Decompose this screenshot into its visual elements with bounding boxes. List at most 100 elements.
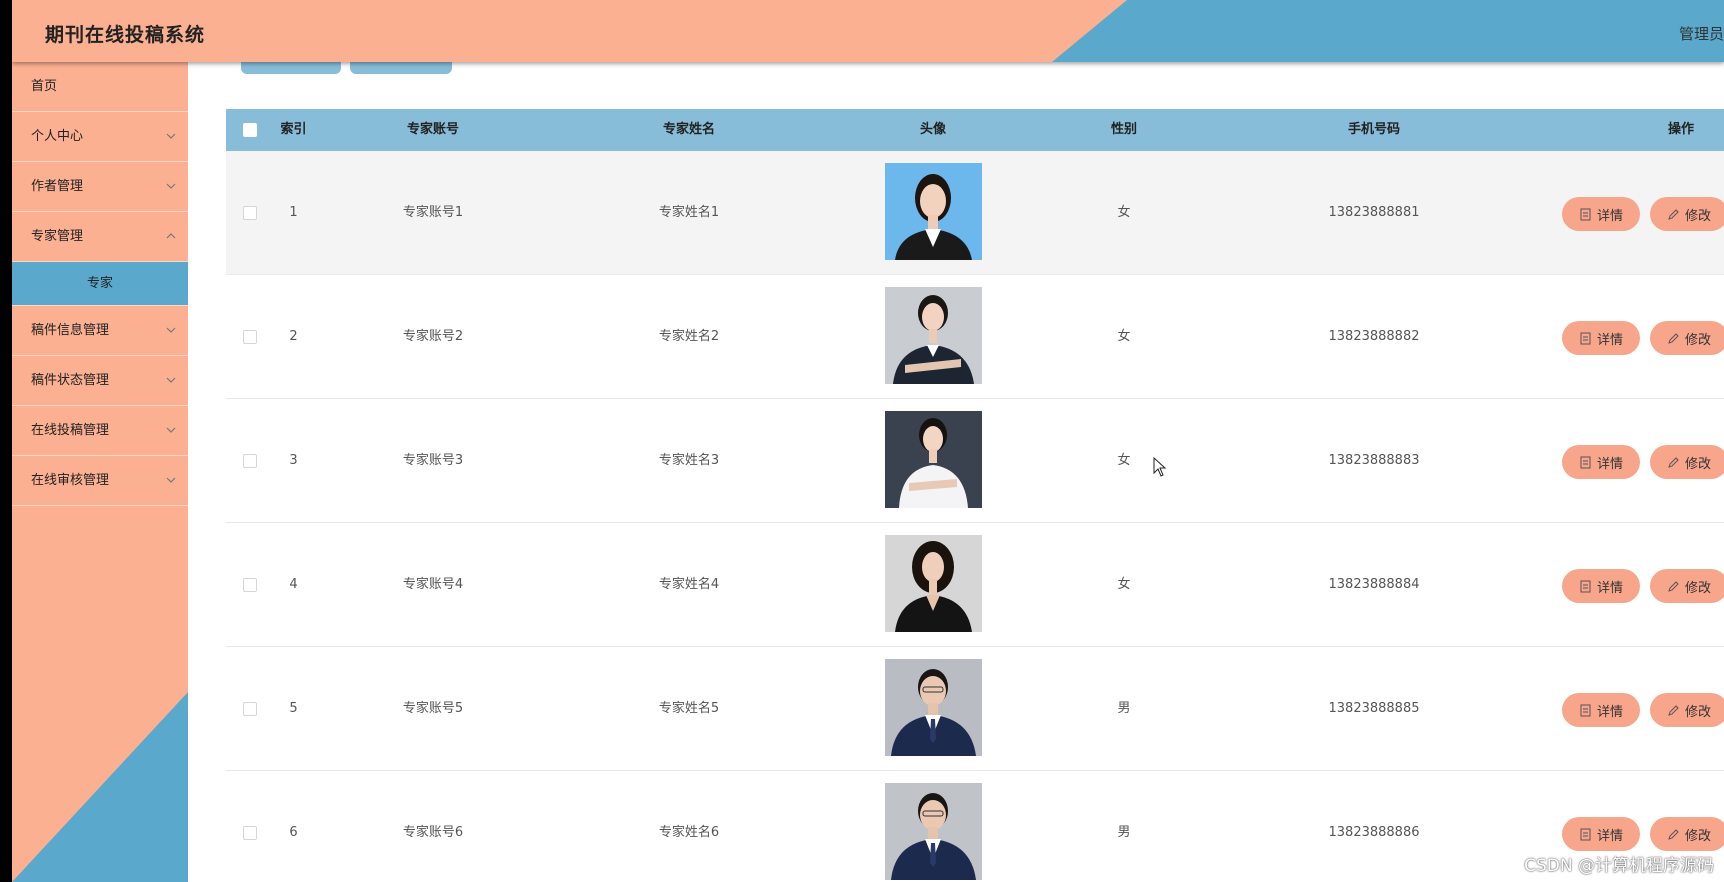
chevron-down-icon (166, 327, 176, 333)
sidebar-item-expert[interactable]: 专家 (12, 262, 188, 306)
watermark: CSDN @计算机程序源码 (1524, 856, 1714, 876)
detail-button[interactable]: 详情 (1562, 197, 1640, 231)
table-header: 索引 专家账号 专家姓名 头像 性别 手机号码 操作 (226, 109, 1724, 151)
cell-name: 专家姓名6 (658, 825, 720, 840)
sidebar-item-online-review[interactable]: 在线审核管理 (12, 456, 188, 506)
column-header-name: 专家姓名 (662, 122, 715, 137)
avatar[interactable] (885, 163, 982, 260)
cell-gender: 女 (1117, 453, 1131, 468)
action-button-partial[interactable] (350, 62, 452, 74)
table-row: 4 专家账号4 专家姓名4 女 13823888884 详情 修改 (226, 523, 1724, 647)
sidebar-item-expert-management[interactable]: 专家管理 (12, 212, 188, 262)
row-checkbox[interactable] (243, 330, 257, 344)
document-icon (1580, 208, 1591, 220)
sidebar-corner-decoration (12, 692, 188, 882)
sidebar-item-label: 作者管理 (31, 179, 84, 194)
cell-gender: 女 (1117, 205, 1131, 220)
row-checkbox[interactable] (243, 206, 257, 220)
detail-button[interactable]: 详情 (1562, 445, 1640, 479)
column-header-gender: 性别 (1110, 122, 1137, 137)
sidebar-item-online-submission[interactable]: 在线投稿管理 (12, 406, 188, 456)
chevron-down-icon (166, 183, 176, 189)
sidebar-item-label: 专家管理 (31, 229, 84, 244)
cell-gender: 女 (1117, 329, 1131, 344)
column-header-phone: 手机号码 (1347, 122, 1400, 137)
cell-phone: 13823888884 (1328, 577, 1420, 592)
edit-button[interactable]: 修改 (1650, 693, 1724, 727)
select-all-checkbox[interactable] (243, 123, 257, 137)
sidebar-item-author-management[interactable]: 作者管理 (12, 162, 188, 212)
app-window: 期刊在线投稿系统 管理员 首页 个人中心 作者管理 专家管理 专家 稿件信息管理 (12, 0, 1724, 882)
pencil-icon (1668, 828, 1679, 840)
cell-index: 3 (289, 453, 298, 468)
avatar-photo-male (885, 659, 982, 756)
cell-phone: 13823888881 (1328, 205, 1420, 220)
column-header-account: 专家账号 (406, 122, 459, 137)
detail-button[interactable]: 详情 (1562, 817, 1640, 851)
chevron-up-icon (166, 233, 176, 239)
row-checkbox[interactable] (243, 578, 257, 592)
search-button-partial[interactable] (241, 62, 341, 74)
pencil-icon (1668, 456, 1679, 468)
detail-button-label: 详情 (1596, 828, 1623, 844)
pencil-icon (1668, 580, 1679, 592)
sidebar-item-manuscript-status[interactable]: 稿件状态管理 (12, 356, 188, 406)
document-icon (1580, 704, 1591, 716)
document-icon (1580, 456, 1591, 468)
table-row: 3 专家账号3 专家姓名3 女 13823888883 详情 修改 (226, 399, 1724, 523)
cell-name: 专家姓名3 (658, 453, 720, 468)
avatar[interactable] (885, 287, 982, 384)
avatar[interactable] (885, 535, 982, 632)
cell-index: 6 (289, 825, 298, 840)
sidebar-item-label: 首页 (31, 79, 58, 94)
row-checkbox[interactable] (243, 454, 257, 468)
cell-name: 专家姓名1 (658, 205, 720, 220)
cell-name: 专家姓名2 (658, 329, 720, 344)
cell-index: 5 (289, 701, 298, 716)
avatar-photo-female (885, 163, 982, 260)
detail-button-label: 详情 (1596, 580, 1623, 596)
header-background (12, 0, 1724, 62)
edit-button[interactable]: 修改 (1650, 569, 1724, 603)
cell-gender: 女 (1117, 577, 1131, 592)
row-checkbox[interactable] (243, 702, 257, 716)
cell-account: 专家账号4 (402, 577, 464, 592)
edit-button[interactable]: 修改 (1650, 817, 1724, 851)
edit-button-label: 修改 (1684, 456, 1711, 472)
edit-button[interactable]: 修改 (1650, 321, 1724, 355)
avatar[interactable] (885, 411, 982, 508)
edit-button[interactable]: 修改 (1650, 197, 1724, 231)
pencil-icon (1668, 208, 1679, 220)
cell-gender: 男 (1117, 701, 1131, 716)
detail-button[interactable]: 详情 (1562, 693, 1640, 727)
detail-button[interactable]: 详情 (1562, 321, 1640, 355)
detail-button-label: 详情 (1596, 332, 1623, 348)
detail-button[interactable]: 详情 (1562, 569, 1640, 603)
cell-gender: 男 (1117, 825, 1131, 840)
avatar[interactable] (885, 659, 982, 756)
cell-account: 专家账号6 (402, 825, 464, 840)
pencil-icon (1668, 332, 1679, 344)
sidebar-item-home[interactable]: 首页 (12, 62, 188, 112)
table-row: 2 专家账号2 专家姓名2 女 13823888882 详情 修改 (226, 275, 1724, 399)
cell-account: 专家账号2 (402, 329, 464, 344)
document-icon (1580, 332, 1591, 344)
cell-index: 1 (289, 205, 298, 220)
table-row: 5 专家账号5 专家姓名5 男 13823888885 详情 修改 (226, 647, 1724, 771)
sidebar-item-manuscript-info[interactable]: 稿件信息管理 (12, 306, 188, 356)
user-label[interactable]: 管理员 (1679, 23, 1724, 44)
column-header-actions: 操作 (1667, 122, 1694, 137)
row-checkbox[interactable] (243, 826, 257, 840)
document-icon (1580, 580, 1591, 592)
chevron-down-icon (166, 427, 176, 433)
cell-phone: 13823888882 (1328, 329, 1420, 344)
avatar[interactable] (885, 783, 982, 880)
edit-button[interactable]: 修改 (1650, 445, 1724, 479)
avatar-photo-female (885, 535, 982, 632)
avatar-photo-female (885, 287, 982, 384)
sidebar-item-label: 在线审核管理 (31, 473, 110, 488)
sidebar-item-personal-center[interactable]: 个人中心 (12, 112, 188, 162)
edit-button-label: 修改 (1684, 828, 1711, 844)
cell-phone: 13823888883 (1328, 453, 1420, 468)
column-header-avatar: 头像 (919, 122, 946, 137)
